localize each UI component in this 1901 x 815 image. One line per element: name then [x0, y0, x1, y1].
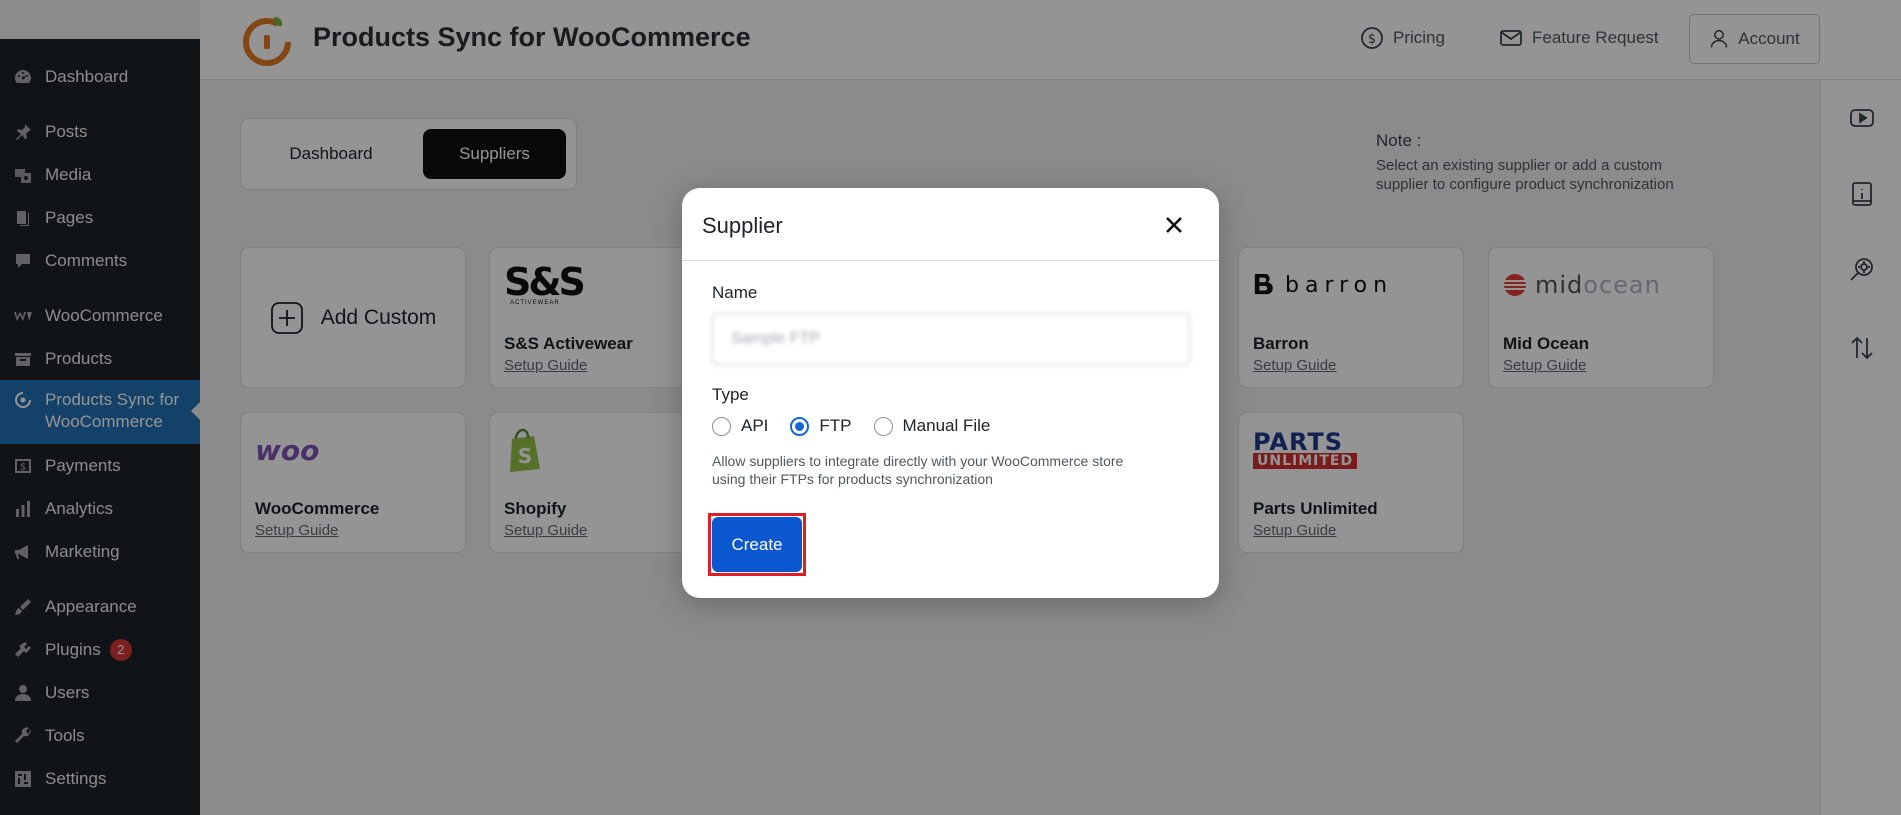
radio-label: FTP — [819, 416, 852, 435]
type-radio-api[interactable]: API — [712, 416, 768, 436]
radio-label: Manual File — [902, 416, 991, 435]
close-button[interactable] — [1159, 210, 1189, 240]
create-button[interactable]: Create — [712, 517, 802, 572]
type-label: Type — [712, 385, 749, 404]
radio-circle — [790, 416, 810, 436]
radio-label: API — [741, 416, 769, 435]
radio-circle — [712, 416, 731, 436]
supplier-name-input[interactable] — [712, 313, 1190, 365]
modal-divider — [682, 260, 1219, 261]
supplier-modal: Supplier Name Type API FTP Manual File A… — [682, 188, 1219, 598]
type-radio-manual-file[interactable]: Manual File — [873, 416, 991, 436]
close-icon — [1166, 217, 1182, 233]
modal-title: Supplier — [702, 213, 783, 238]
type-radio-group: API FTP Manual File — [712, 416, 1012, 436]
type-radio-ftp[interactable]: FTP — [790, 416, 852, 436]
type-help-text: Allow suppliers to integrate directly wi… — [712, 453, 1124, 487]
name-label: Name — [712, 283, 758, 302]
radio-circle — [873, 416, 893, 436]
